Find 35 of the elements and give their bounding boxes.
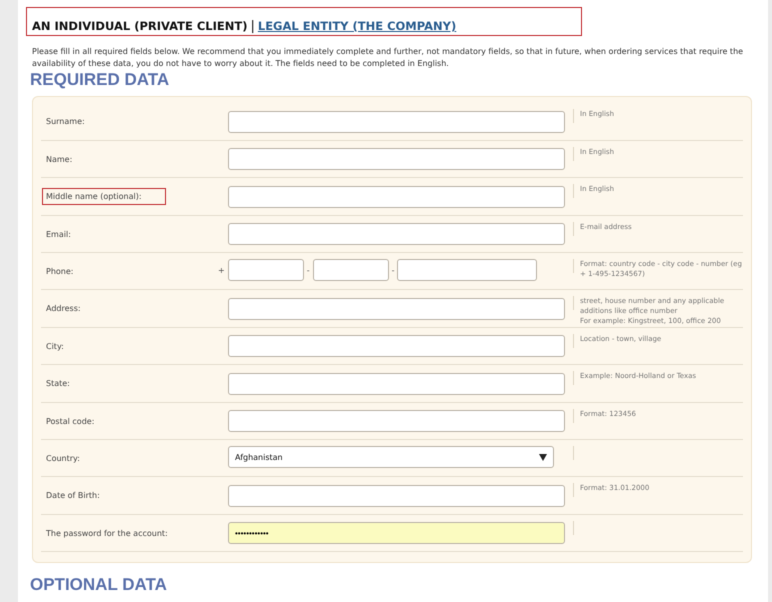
field-label: Name: bbox=[46, 154, 72, 164]
field-label: Email: bbox=[46, 230, 71, 238]
phone-number-field[interactable] bbox=[397, 259, 538, 281]
section-heading: REQUIRED DATA bbox=[30, 70, 170, 90]
intro-text: Please fill in all required fields below. We recommend that you immediately complete and further, not mandatory fields, so that in future, when ordering services that require the availability of these data, you do not have to worry about it. The fields need to be completed in English. bbox=[32, 46, 744, 70]
field-label: The password for the account: bbox=[46, 528, 168, 538]
input-field[interactable] bbox=[228, 335, 565, 357]
client-type-tab[interactable]: AN INDIVIDUAL (PRIVATE CLIENT) bbox=[32, 19, 248, 33]
input-field[interactable] bbox=[228, 110, 565, 132]
field-label: State: bbox=[46, 379, 70, 388]
input-field[interactable] bbox=[228, 148, 565, 170]
dash-sign: - bbox=[306, 266, 310, 274]
plus-sign: + bbox=[218, 266, 225, 274]
field-label: Phone: bbox=[46, 267, 74, 276]
dash-sign: - bbox=[392, 266, 394, 274]
tab-separator: | bbox=[250, 18, 255, 34]
password-field[interactable]: •••••••••••• bbox=[228, 522, 565, 544]
input-field[interactable] bbox=[228, 298, 565, 320]
input-field[interactable] bbox=[228, 372, 565, 394]
field-label: Postal code: bbox=[46, 416, 94, 426]
caret-icon bbox=[539, 454, 547, 460]
section-heading: OPTIONAL DATA bbox=[30, 575, 168, 595]
field-label: Country: bbox=[46, 454, 80, 463]
client-type-tab[interactable]: LEGAL ENTITY (THE COMPANY) bbox=[258, 19, 456, 33]
input-field[interactable] bbox=[228, 186, 565, 208]
field-label: Surname: bbox=[46, 117, 85, 126]
input-field[interactable] bbox=[228, 223, 565, 245]
field-label: Date of Birth: bbox=[46, 491, 100, 500]
city-code-field[interactable] bbox=[312, 259, 389, 281]
input-field[interactable] bbox=[228, 484, 565, 506]
country-dropdown[interactable]: Afghanistan bbox=[228, 446, 554, 468]
field-label: City: bbox=[46, 342, 64, 350]
field-label: Address: bbox=[46, 304, 81, 313]
country-code-field[interactable] bbox=[228, 259, 304, 281]
input-field[interactable] bbox=[228, 410, 565, 432]
